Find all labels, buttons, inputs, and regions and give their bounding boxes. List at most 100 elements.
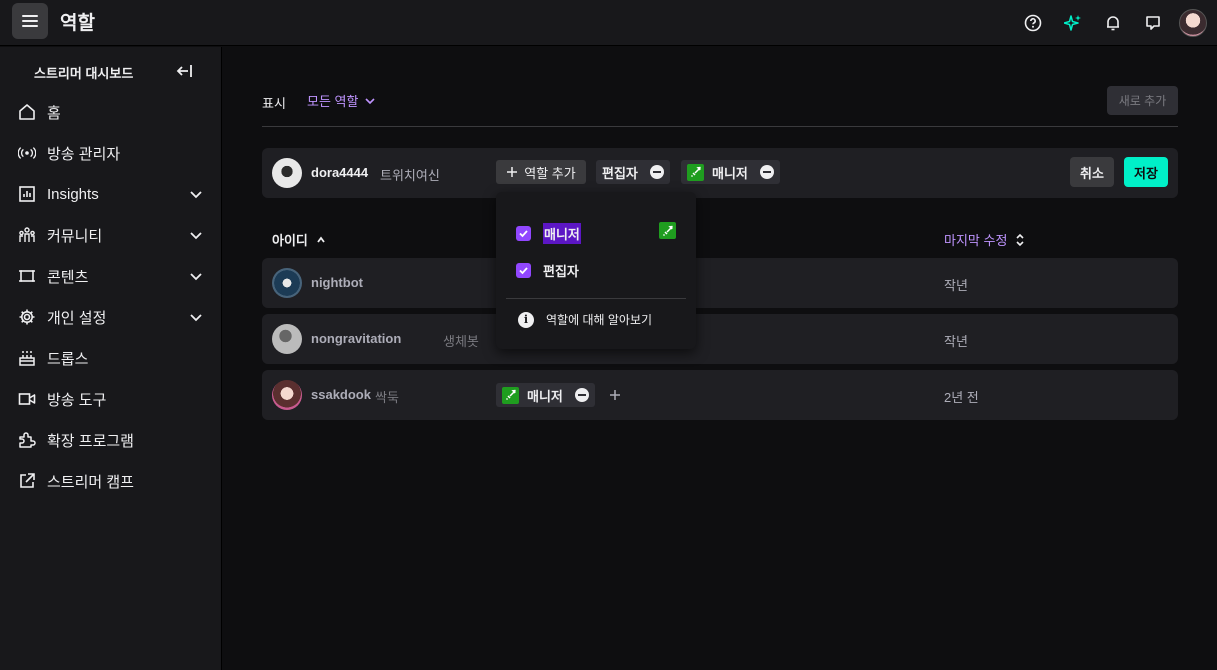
- sidebar-item-label: 개인 설정: [47, 309, 107, 327]
- display-name: 생체봇: [443, 334, 479, 349]
- sidebar-item-label: 홈: [47, 104, 61, 122]
- sidebar-item-stream-tools[interactable]: 방송 도구: [0, 381, 222, 417]
- table-row: nightbot 작년: [262, 258, 1178, 308]
- moderator-sword-icon: [502, 386, 519, 404]
- menu-button[interactable]: [12, 3, 48, 39]
- learn-about-roles-label: 역할에 대해 알아보기: [546, 313, 653, 327]
- role-label: 매니저: [712, 165, 748, 181]
- broadcast-icon: [18, 144, 36, 162]
- save-button[interactable]: 저장: [1124, 157, 1168, 187]
- table-row: nongravitation 생체봇 작년: [262, 314, 1178, 364]
- sidebar-item-settings[interactable]: 개인 설정: [0, 299, 222, 335]
- role-label: 편집자: [602, 165, 638, 181]
- top-bar: 역할: [0, 0, 1217, 46]
- role-chip-moderator: 매니저: [681, 160, 780, 184]
- whispers-icon[interactable]: [1133, 3, 1173, 43]
- external-link-icon: [18, 472, 36, 490]
- avatar: [272, 158, 302, 188]
- moderator-sword-icon: [687, 163, 704, 181]
- chevron-down-icon: [188, 268, 204, 284]
- home-icon: [18, 103, 36, 121]
- sidebar-item-stream-manager[interactable]: 방송 관리자: [0, 135, 222, 171]
- bell-icon[interactable]: [1093, 3, 1133, 43]
- role-label: 매니저: [527, 388, 563, 404]
- add-role-icon[interactable]: [608, 388, 622, 405]
- divider: [262, 126, 1178, 127]
- sidebar-item-creator-camp[interactable]: 스트리머 캠프: [0, 463, 222, 499]
- column-header-last-modified[interactable]: 마지막 수정: [944, 230, 1025, 249]
- sidebar-item-label: Insights: [47, 185, 99, 203]
- username: nightbot: [311, 275, 363, 290]
- sidebar-item-home[interactable]: 홈: [0, 94, 222, 130]
- role-filter-value: 모든 역할: [307, 94, 359, 109]
- sidebar-item-extensions[interactable]: 확장 프로그램: [0, 422, 222, 458]
- learn-about-roles-link[interactable]: i 역할에 대해 알아보기: [518, 311, 652, 328]
- plus-icon: [507, 167, 518, 177]
- sidebar-item-label: 드롭스: [47, 350, 89, 368]
- cancel-button[interactable]: 취소: [1070, 157, 1114, 187]
- sort-ascending-icon: [317, 236, 325, 243]
- role-option-label: 매니저: [543, 223, 581, 244]
- chevron-down-icon: [188, 227, 204, 243]
- avatar: [272, 324, 302, 354]
- last-modified: 작년: [944, 334, 968, 349]
- chevron-down-icon: [188, 186, 204, 202]
- sidebar-item-label: 방송 관리자: [47, 145, 121, 163]
- sidebar-header: 스트리머 대시보드: [34, 66, 134, 81]
- sidebar-item-community[interactable]: 커뮤니티: [0, 217, 222, 253]
- editing-user-row: dora4444 트위치여신 역할 추가 편집자 매니저 취소 저장: [262, 148, 1178, 198]
- chevron-down-icon: [365, 97, 376, 104]
- sidebar-item-label: 확장 프로그램: [47, 432, 134, 450]
- sidebar-item-content[interactable]: 콘텐츠: [0, 258, 222, 294]
- avatar: [272, 380, 302, 410]
- checkbox-checked-icon[interactable]: [516, 263, 531, 278]
- remove-role-icon[interactable]: [574, 388, 589, 402]
- role-option-label: 편집자: [543, 264, 579, 279]
- display-name: 트위치여신: [380, 168, 440, 183]
- role-chip-editor: 편집자: [596, 160, 670, 184]
- sidebar-item-insights[interactable]: Insights: [0, 176, 222, 212]
- sort-icon: [1016, 233, 1024, 246]
- column-header-label: 마지막 수정: [944, 233, 1008, 248]
- display-name: 싹둑: [375, 390, 399, 405]
- drops-icon: [18, 349, 36, 367]
- collapse-sidebar-icon[interactable]: [175, 61, 195, 81]
- add-new-button[interactable]: 새로 추가: [1107, 86, 1178, 115]
- help-icon[interactable]: [1013, 3, 1053, 43]
- remove-role-icon[interactable]: [759, 165, 774, 179]
- sidebar-item-label: 스트리머 캠프: [47, 473, 134, 491]
- checkbox-checked-icon[interactable]: [516, 226, 531, 241]
- role-option-moderator[interactable]: 매니저: [516, 223, 581, 244]
- filter-label: 표시: [262, 96, 286, 111]
- sparkle-icon[interactable]: [1053, 3, 1093, 43]
- sidebar-item-label: 커뮤니티: [47, 227, 103, 245]
- role-filter-select[interactable]: 모든 역할: [307, 91, 376, 110]
- user-avatar[interactable]: [1179, 9, 1207, 37]
- moderator-sword-icon: [659, 222, 676, 239]
- content-icon: [18, 267, 36, 285]
- main-content: 표시 모든 역할 새로 추가 dora4444 트위치여신 역할 추가 편집자 …: [223, 47, 1217, 670]
- role-option-editor[interactable]: 편집자: [516, 261, 579, 280]
- username: ssakdook: [311, 387, 371, 402]
- info-icon: i: [518, 311, 534, 328]
- community-icon: [18, 226, 36, 244]
- insights-icon: [18, 185, 36, 203]
- chevron-down-icon: [188, 309, 204, 325]
- gear-icon: [18, 308, 36, 326]
- extension-icon: [18, 431, 36, 449]
- remove-role-icon[interactable]: [649, 165, 664, 179]
- sidebar-item-drops[interactable]: 드롭스: [0, 340, 222, 376]
- last-modified: 작년: [944, 278, 968, 293]
- table-row: ssakdook 싹둑 매니저 2년 전: [262, 370, 1178, 420]
- divider: [506, 298, 686, 299]
- column-header-id[interactable]: 아이디: [272, 230, 326, 249]
- username: dora4444: [311, 165, 369, 180]
- sidebar-item-label: 방송 도구: [47, 391, 107, 409]
- add-role-button[interactable]: 역할 추가: [496, 160, 586, 184]
- hamburger-icon: [22, 15, 38, 27]
- avatar: [272, 268, 302, 298]
- sidebar-item-label: 콘텐츠: [47, 268, 89, 286]
- last-modified: 2년 전: [944, 390, 979, 405]
- sidebar: 스트리머 대시보드 홈 방송 관리자 Insights 커뮤니티 콘텐츠 개인 …: [0, 47, 222, 670]
- role-chip-moderator: 매니저: [496, 383, 595, 407]
